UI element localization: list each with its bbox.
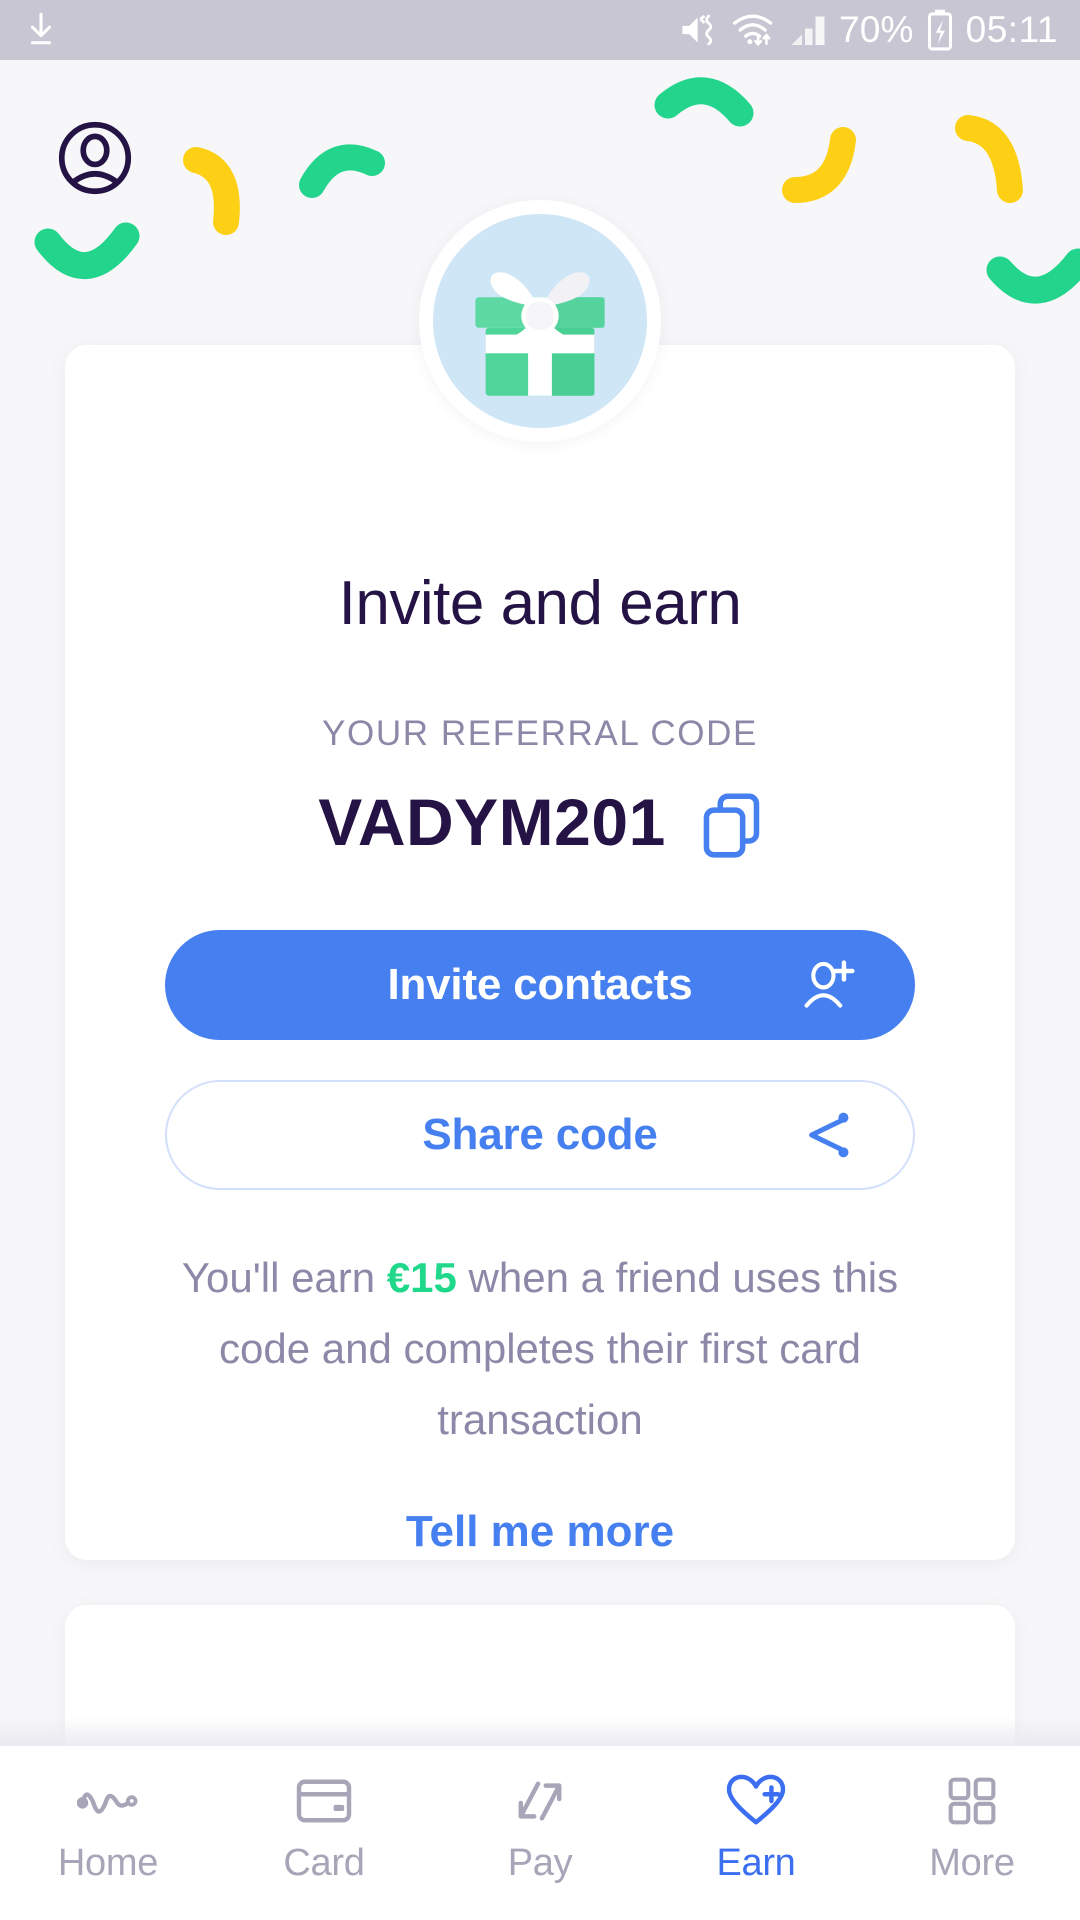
gift-badge [419,200,661,442]
nav-label-card: Card [283,1842,365,1884]
profile-button[interactable] [55,120,135,200]
invite-and-earn-card: Invite and earn YOUR REFERRAL CODE VADYM… [65,345,1015,1560]
nav-item-card[interactable]: Card [216,1746,432,1885]
gift-circle-background [433,214,647,428]
earn-amount: €15 [386,1254,457,1301]
nav-label-pay: Pay [507,1842,573,1884]
bottom-navigation-bar: Home Card Pay Earn More [0,1745,1080,1920]
referral-code-label: YOUR REFERRAL CODE [322,714,758,753]
credit-card-icon [295,1770,353,1832]
status-bar-right: 70% 05:11 [678,9,1058,51]
clock-label: 05:11 [965,9,1058,50]
referral-code-row: VADYM201 [65,784,1015,860]
battery-charging-icon [925,9,955,51]
invite-contacts-label: Invite contacts [387,960,693,1009]
earn-description-part1: You'll earn [181,1254,387,1301]
nav-item-home[interactable]: Home [0,1746,216,1885]
activity-pulse-icon [77,1770,139,1832]
profile-avatar-icon [57,120,133,201]
scroll-fade-overlay [0,1717,1080,1745]
nav-label-more: More [929,1842,1015,1884]
wifi-icon [731,12,777,48]
nav-item-earn[interactable]: Earn [648,1746,864,1885]
invite-contacts-button[interactable]: Invite contacts [165,930,915,1040]
heart-plus-icon [725,1770,787,1832]
download-icon [24,10,58,50]
status-bar: 70% 05:11 [0,0,1080,60]
earn-description: You'll earn €15 when a friend uses this … [170,1242,910,1455]
battery-percent-label: 70% [838,9,914,50]
referral-code-value: VADYM201 [318,785,666,859]
grid-squares-icon [944,1770,1000,1832]
app-screen: 70% 05:11 Invite and earn YOUR REFERRAL … [0,0,1080,1920]
nav-label-home: Home [57,1842,159,1884]
page-title: Invite and earn [338,569,742,638]
share-icon [801,1108,855,1162]
share-code-button[interactable]: Share code [165,1080,915,1190]
gift-box-icon [475,272,605,396]
share-code-label: Share code [422,1110,658,1159]
person-add-icon [801,957,857,1013]
tell-me-more-link[interactable]: Tell me more [65,1507,1015,1557]
nav-item-more[interactable]: More [864,1746,1080,1885]
copy-icon[interactable] [702,786,762,858]
transfer-arrows-icon [511,1770,569,1832]
cell-signal-icon [788,12,828,48]
status-bar-left [24,10,58,50]
nav-label-earn: Earn [716,1842,796,1884]
nav-item-pay[interactable]: Pay [432,1746,648,1885]
mute-vibrate-icon [678,12,720,48]
